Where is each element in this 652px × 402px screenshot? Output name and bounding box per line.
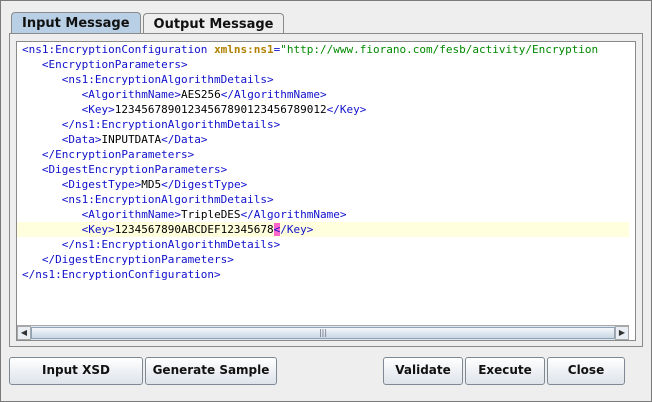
code-line[interactable]: </DigestEncryptionParameters> (17, 252, 629, 267)
scrollbar-thumb[interactable]: ||| (31, 327, 615, 339)
code-token: </Data> (161, 133, 208, 146)
scroll-left-icon[interactable]: ◀ (17, 326, 31, 340)
code-token: TripleDES (180, 208, 241, 221)
code-token: INPUTDATA (101, 133, 162, 146)
code-line[interactable]: </ns1:EncryptionConfiguration> (17, 267, 629, 282)
code-line[interactable]: <DigestType>MD5</DigestType> (17, 177, 629, 192)
code-token: </ns1:EncryptionAlgorithmDetails> (22, 118, 281, 131)
code-token: 12345678901234567890123456789012 (114, 103, 327, 116)
scroll-right-icon[interactable]: ▶ (615, 326, 629, 340)
code-token: 1234567890ABCDEF12345678 (114, 223, 274, 236)
code-token: <DigestType> (22, 178, 142, 191)
code-token: </AlgorithmName> (220, 88, 327, 101)
code-line[interactable]: </EncryptionParameters> (17, 147, 629, 162)
tab-input-message[interactable]: Input Message (11, 12, 141, 34)
code-token: </ns1:EncryptionAlgorithmDetails> (22, 238, 281, 251)
code-token: <AlgorithmName> (22, 208, 181, 221)
code-line[interactable]: <ns1:EncryptionConfiguration xmlns:ns1="… (17, 42, 629, 57)
code-token: "http://www.fiorano.com/fesb/activity/En… (280, 43, 599, 56)
code-line[interactable]: </ns1:EncryptionAlgorithmDetails> (17, 237, 629, 252)
code-token: xmlns:ns1 (214, 43, 274, 56)
code-token: </DigestEncryptionParameters> (22, 253, 234, 266)
code-token: <EncryptionParameters> (22, 58, 188, 71)
button-bar: Input XSD Generate Sample Validate Execu… (1, 357, 651, 387)
code-token: </ns1:EncryptionConfiguration> (22, 268, 221, 281)
tab-panel: <ns1:EncryptionConfiguration xmlns:ns1="… (9, 33, 643, 347)
generate-sample-button[interactable]: Generate Sample (145, 357, 277, 385)
code-token: <ns1:EncryptionAlgorithmDetails> (22, 193, 274, 206)
code-token: <ns1:EncryptionConfiguration (22, 43, 215, 56)
code-token: MD5 (141, 178, 162, 191)
code-line[interactable]: <Key>1234567890ABCDEF12345678</Key> (17, 222, 629, 237)
tab-bar: Input Message Output Message (11, 12, 286, 34)
code-line[interactable]: <AlgorithmName>AES256</AlgorithmName> (17, 87, 629, 102)
tab-output-message[interactable]: Output Message (142, 13, 285, 34)
code-token: </Key> (326, 103, 367, 116)
close-button[interactable]: Close (547, 357, 625, 385)
code-token: /Key> (280, 223, 314, 236)
execute-button[interactable]: Execute (465, 357, 545, 385)
code-token: <Key> (22, 103, 115, 116)
dialog-window: Input Message Output Message <ns1:Encryp… (0, 0, 652, 402)
input-xsd-button[interactable]: Input XSD (9, 357, 143, 385)
horizontal-scrollbar[interactable]: ◀ ||| ▶ (17, 325, 629, 340)
code-token: </DigestType> (161, 178, 248, 191)
code-line[interactable]: </ns1:EncryptionAlgorithmDetails> (17, 117, 629, 132)
code-token: <ns1:EncryptionAlgorithmDetails> (22, 73, 274, 86)
code-line[interactable]: <AlgorithmName>TripleDES</AlgorithmName> (17, 207, 629, 222)
code-token: </EncryptionParameters> (22, 148, 195, 161)
code-line[interactable]: <ns1:EncryptionAlgorithmDetails> (17, 72, 629, 87)
code-line[interactable]: <DigestEncryptionParameters> (17, 162, 629, 177)
code-token: </AlgorithmName> (240, 208, 347, 221)
xml-editor[interactable]: <ns1:EncryptionConfiguration xmlns:ns1="… (16, 41, 636, 341)
code-token: <AlgorithmName> (22, 88, 181, 101)
code-token: <Data> (22, 133, 102, 146)
code-line[interactable]: <EncryptionParameters> (17, 57, 629, 72)
code-line[interactable]: <Data>INPUTDATA</Data> (17, 132, 629, 147)
code-token: <DigestEncryptionParameters> (22, 163, 228, 176)
code-line[interactable]: <ns1:EncryptionAlgorithmDetails> (17, 192, 629, 207)
validate-button[interactable]: Validate (383, 357, 463, 385)
code-token: AES256 (180, 88, 221, 101)
code-line[interactable]: <Key>12345678901234567890123456789012</K… (17, 102, 629, 117)
code-token: <Key> (22, 223, 115, 236)
code-area[interactable]: <ns1:EncryptionConfiguration xmlns:ns1="… (17, 42, 629, 322)
